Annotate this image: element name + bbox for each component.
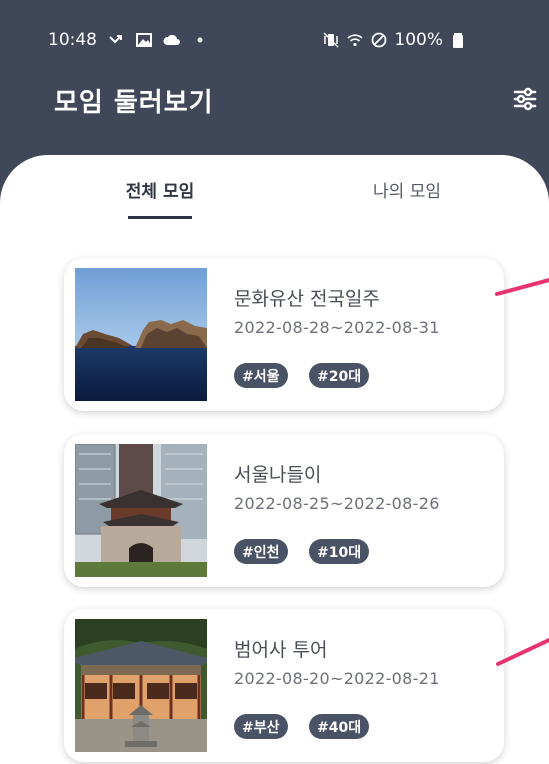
status-right: 100% [322,30,467,50]
status-bar: 10:48 100% [0,0,549,80]
annotation-stroke [496,638,549,666]
status-time: 10:48 [48,30,97,50]
meetup-title: 범어사 투어 [234,639,328,661]
temple-photo [75,619,207,752]
wifi-icon [346,31,364,49]
coastal-rocks-photo [75,268,207,401]
battery-percent: 100% [394,30,443,50]
page-title: 모임 둘러보기 [54,88,214,118]
missed-call-icon [107,31,125,49]
block-icon [370,31,388,49]
city-gate-photo [75,444,207,577]
screen: 10:48 100% 모임 둘러보기 전체 모임 나의 모임 문화유산 전국일주… [0,0,549,764]
sliders-icon [513,87,537,111]
tag-region: #인천 [234,539,288,564]
image-icon [135,31,153,49]
meetup-card[interactable]: 서울나들이 2022-08-25~2022-08-26 #인천 #10대 [64,434,504,587]
cloud-icon [163,31,181,49]
meetup-card[interactable]: 문화유산 전국일주 2022-08-28~2022-08-31 #서울 #20대 [64,258,504,411]
tab-all-meetups[interactable]: 전체 모임 [85,177,235,202]
tag-region: #부산 [234,714,288,739]
meetup-dates: 2022-08-28~2022-08-31 [234,318,440,337]
annotation-stroke [495,278,549,296]
tag-age: #10대 [309,539,370,564]
tag-age: #40대 [309,714,370,739]
battery-icon [449,31,467,49]
tag-age: #20대 [309,363,370,388]
meetup-title: 서울나들이 [234,464,322,486]
tab-bar: 전체 모임 나의 모임 [0,155,549,225]
meetup-title: 문화유산 전국일주 [234,288,380,310]
tab-my-meetups[interactable]: 나의 모임 [332,177,482,202]
meetup-dates: 2022-08-20~2022-08-21 [234,669,440,688]
filter-button[interactable] [508,82,542,116]
meetup-dates: 2022-08-25~2022-08-26 [234,494,440,513]
vibrate-mute-icon [322,31,340,49]
tag-region: #서울 [234,363,288,388]
meetup-card[interactable]: 범어사 투어 2022-08-20~2022-08-21 #부산 #40대 [64,609,504,762]
status-left: 10:48 [48,30,209,50]
dot-icon [191,31,209,49]
tab-indicator [128,216,192,219]
